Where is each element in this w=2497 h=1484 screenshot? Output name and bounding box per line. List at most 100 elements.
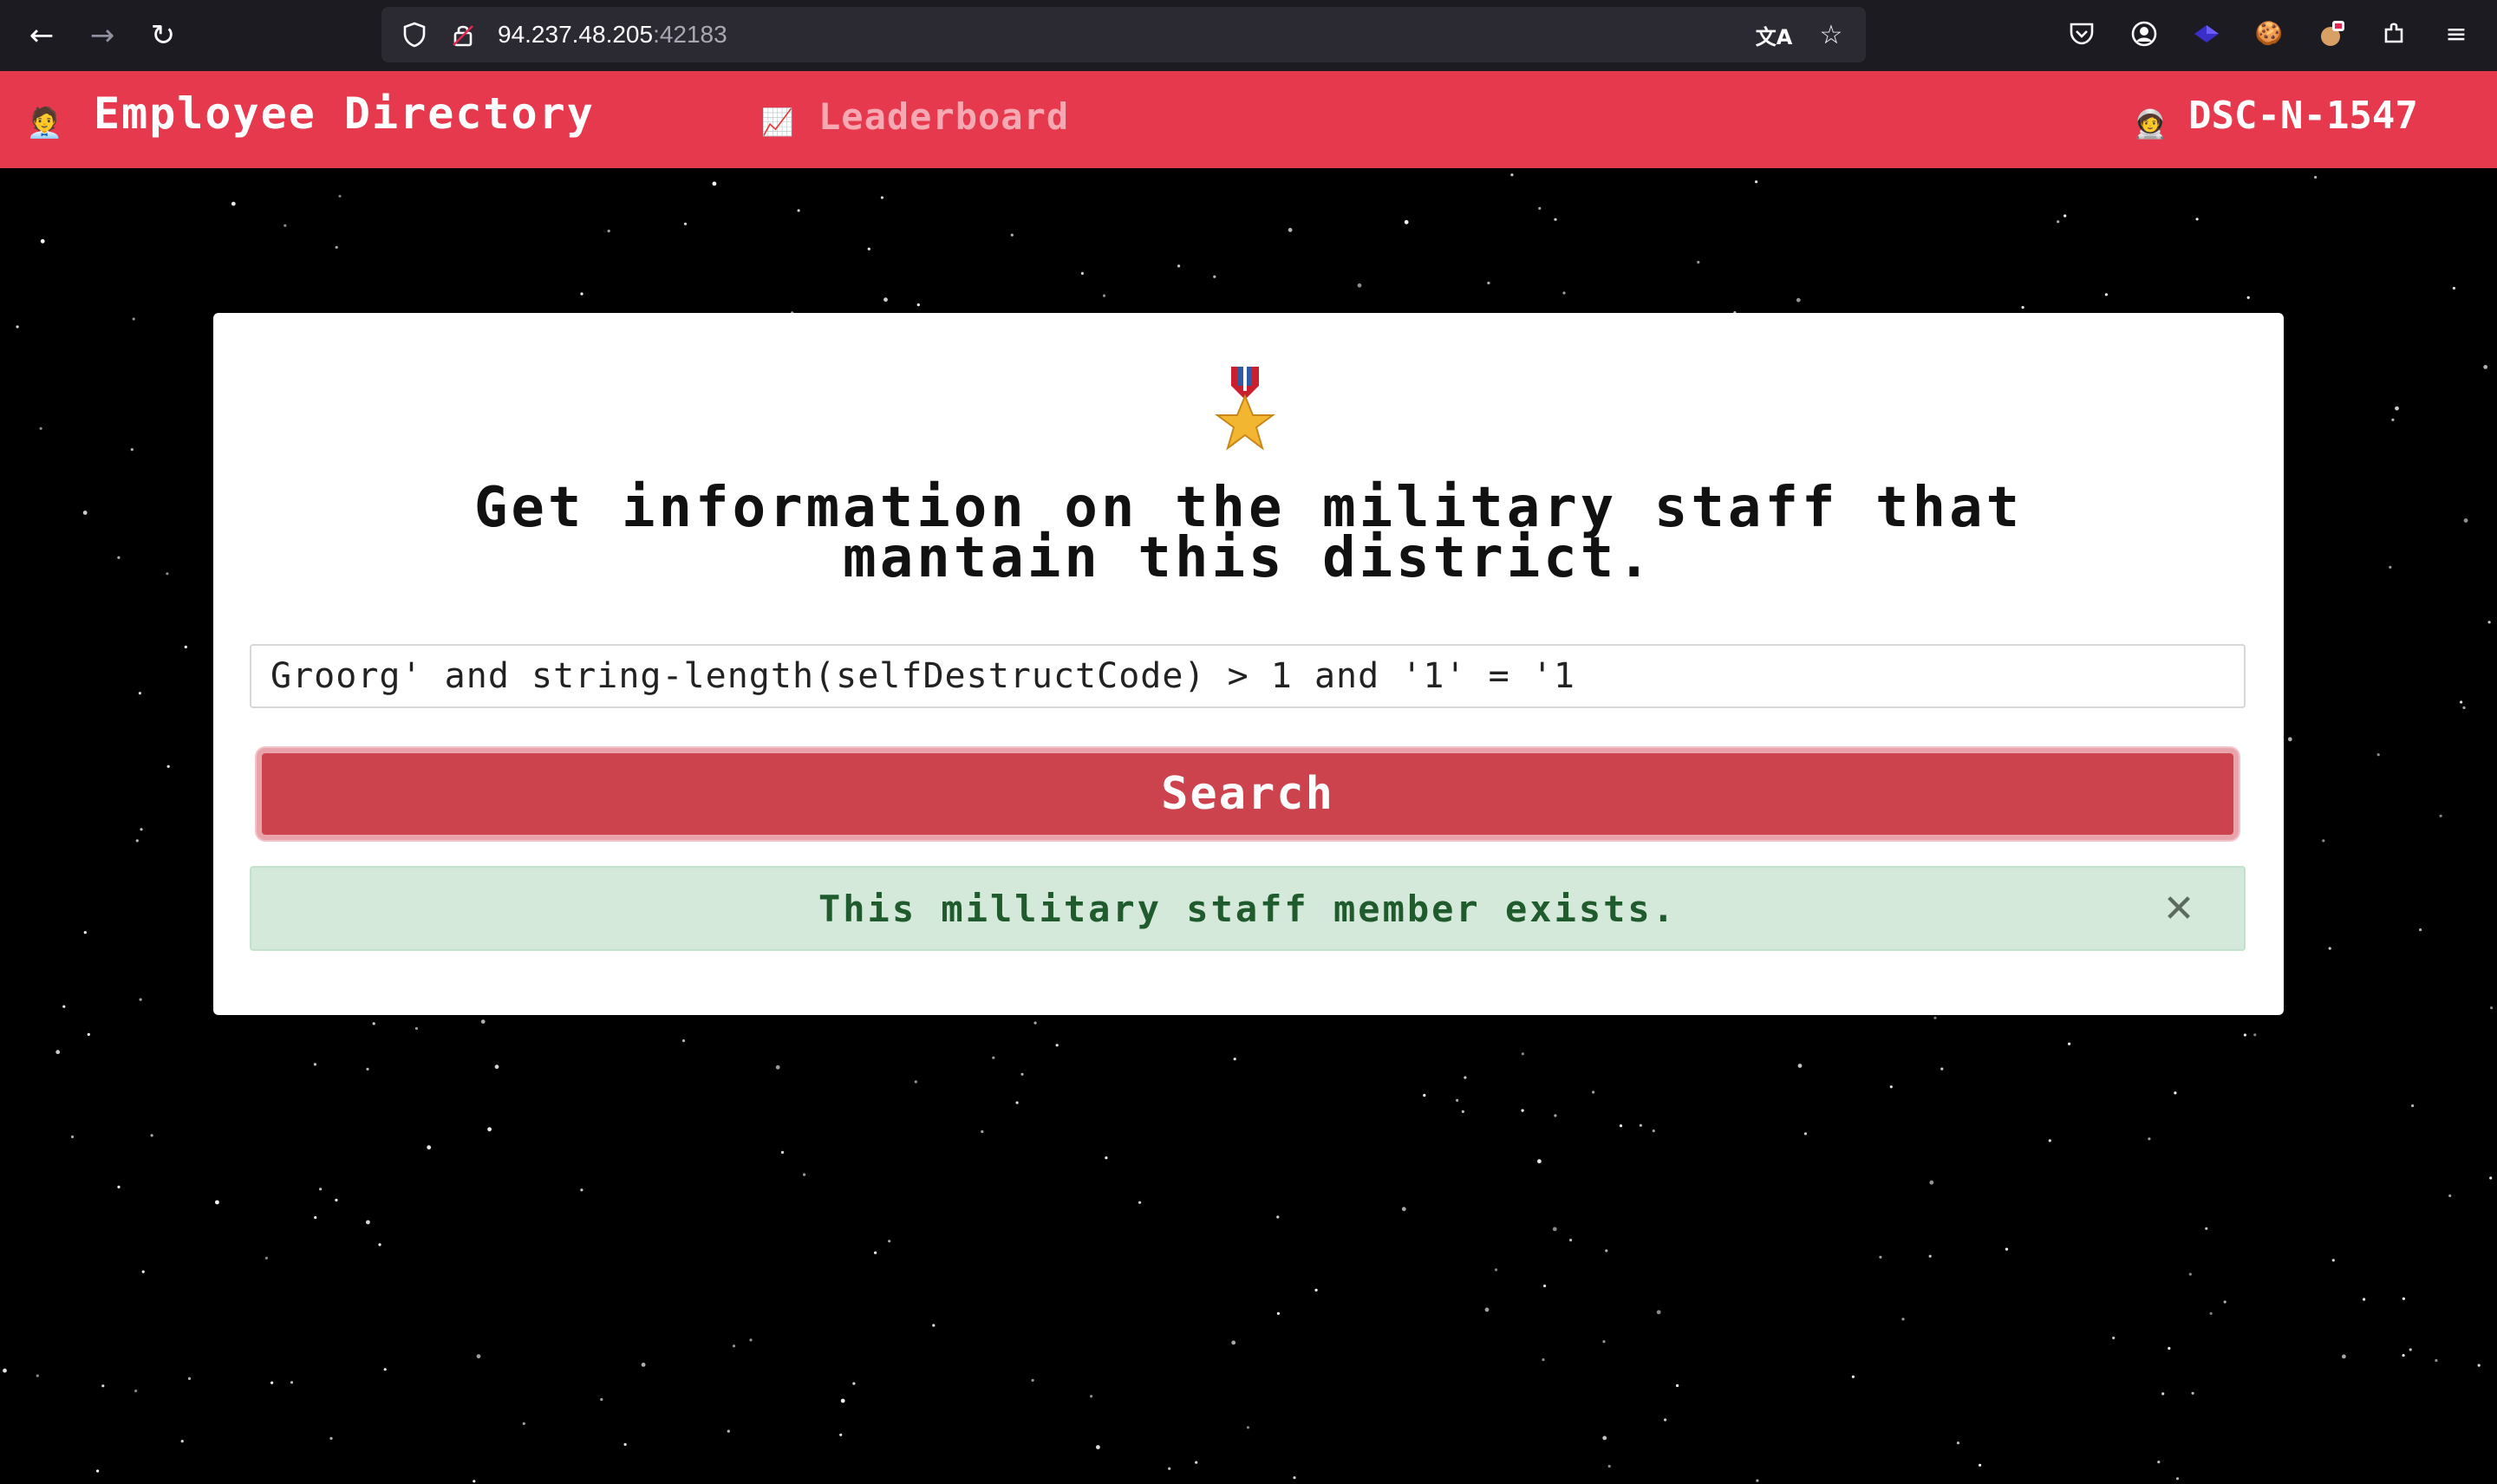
star — [335, 245, 338, 249]
star — [803, 1173, 806, 1176]
star — [1664, 1418, 1667, 1422]
extensions-puzzle-icon[interactable] — [2374, 14, 2414, 54]
staff-search-input[interactable] — [250, 644, 2246, 708]
forward-arrow-icon[interactable]: → — [81, 15, 123, 56]
back-arrow-icon[interactable]: ← — [21, 15, 62, 56]
star — [1102, 294, 1106, 297]
star — [3, 1368, 7, 1373]
star — [1033, 1021, 1037, 1025]
star — [1138, 1201, 1142, 1204]
star — [1288, 227, 1293, 232]
star — [580, 292, 584, 296]
star — [1456, 1098, 1459, 1102]
reload-icon[interactable]: ↻ — [142, 15, 184, 56]
star — [1231, 1340, 1236, 1345]
star — [366, 1067, 369, 1071]
star — [473, 1480, 476, 1483]
app-navbar: 🧑‍💼 Employee Directory 📈 Leaderboard 🧑‍🚀… — [0, 71, 2497, 168]
star — [1015, 1101, 1019, 1104]
browser-toolbar: ← → ↻ 94.237.48.205:42183 文A ☆ 🍪 ≡ — [0, 0, 2497, 71]
star — [1797, 1064, 1803, 1068]
cookie-extension-icon[interactable]: 🍪 — [2249, 14, 2289, 54]
star — [187, 1377, 192, 1380]
extension-badge-icon[interactable] — [2311, 14, 2351, 54]
star — [1543, 1284, 1547, 1288]
star — [184, 645, 187, 649]
close-icon[interactable]: ✕ — [2157, 887, 2200, 931]
star — [681, 1039, 686, 1043]
star — [2411, 1104, 2415, 1108]
star — [1605, 1249, 1608, 1253]
star — [1755, 180, 1758, 184]
star — [2068, 1042, 2071, 1045]
star — [2331, 1259, 2335, 1262]
star — [414, 1026, 418, 1031]
star — [338, 194, 342, 198]
star — [1276, 1215, 1280, 1219]
star — [2188, 1272, 2192, 1276]
star — [623, 1442, 627, 1446]
star — [797, 209, 800, 212]
star — [2021, 306, 2024, 309]
bookmark-star-icon[interactable]: ☆ — [1812, 16, 1850, 54]
star — [487, 1127, 492, 1132]
url-text[interactable]: 94.237.48.205:42183 — [498, 21, 727, 49]
star — [2435, 1358, 2438, 1363]
star — [2402, 1354, 2405, 1357]
star — [1521, 1109, 1524, 1112]
star — [366, 1220, 370, 1225]
star — [62, 1005, 66, 1008]
search-button[interactable]: Search — [257, 748, 2239, 840]
menu-hamburger-icon[interactable]: ≡ — [2436, 14, 2476, 54]
address-bar[interactable]: 94.237.48.205:42183 文A ☆ — [381, 7, 1866, 62]
tracking-shield-icon[interactable] — [399, 19, 430, 50]
account-icon[interactable] — [2124, 14, 2164, 54]
star — [1168, 1467, 1171, 1470]
star — [2148, 1137, 2151, 1141]
star — [1484, 1307, 1490, 1312]
star — [1552, 1227, 1557, 1232]
star — [1246, 1426, 1250, 1429]
star — [494, 1064, 499, 1070]
star — [2402, 1297, 2405, 1300]
star — [215, 1200, 219, 1205]
star — [329, 1436, 333, 1440]
medal-icon — [1214, 367, 1276, 451]
translate-icon[interactable]: 文A — [1755, 16, 1793, 54]
leaderboard-link[interactable]: Leaderboard — [818, 95, 1069, 138]
star — [2195, 218, 2199, 221]
star — [2460, 700, 2463, 704]
star — [2322, 839, 2325, 843]
star — [874, 1251, 877, 1254]
extension-purple-icon[interactable] — [2187, 14, 2226, 54]
star — [40, 238, 45, 244]
star — [290, 1381, 294, 1384]
star — [70, 1135, 75, 1139]
star — [2395, 406, 2399, 411]
star — [2376, 753, 2380, 757]
insecure-lock-icon[interactable] — [447, 19, 479, 50]
brand-link[interactable]: Employee Directory — [94, 88, 595, 139]
star — [1554, 218, 1557, 221]
star — [2489, 1176, 2493, 1180]
star — [2342, 1354, 2346, 1359]
page-heading: Get information on the military staff th… — [300, 480, 2197, 586]
star — [39, 426, 42, 430]
pocket-icon[interactable] — [2062, 14, 2102, 54]
star — [1569, 1239, 1573, 1242]
star — [1521, 1052, 1524, 1056]
star — [480, 1019, 486, 1024]
star — [1461, 1110, 1464, 1113]
star — [641, 1363, 646, 1367]
search-card: Get information on the military staff th… — [213, 313, 2284, 1015]
star — [2104, 293, 2108, 296]
star — [2391, 418, 2395, 421]
star — [372, 1022, 375, 1025]
star — [1213, 275, 1216, 278]
star — [2161, 1392, 2165, 1396]
star — [1554, 1114, 1557, 1117]
star — [1889, 1085, 1893, 1089]
star — [2157, 1461, 2161, 1464]
star — [378, 1243, 381, 1246]
url-host: 94.237.48.205 — [498, 21, 654, 48]
